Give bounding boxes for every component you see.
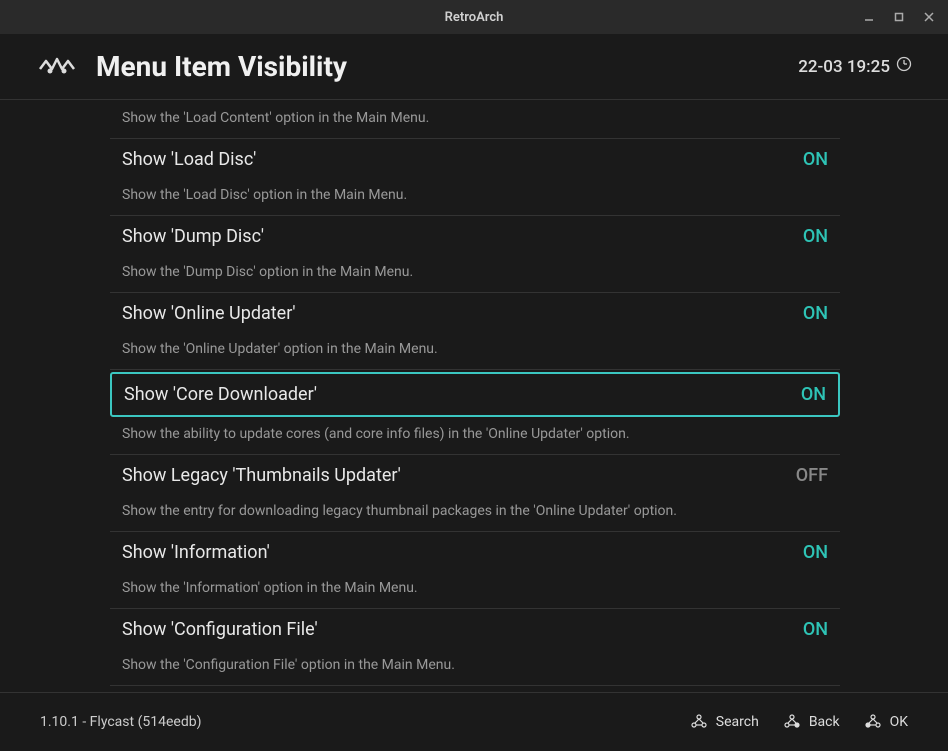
setting-toggle[interactable]: Show 'Dump Disc' ON [110,216,840,257]
setting-value: ON [803,149,828,170]
setting-label: Show 'Dump Disc' [122,226,264,247]
settings-list: Show the 'Load Content' option in the Ma… [110,100,840,686]
setting-description: Show the 'Load Disc' option in the Main … [110,180,790,215]
setting-label: Show Legacy 'Thumbnails Updater' [122,465,401,486]
gamepad-button-icon [864,713,882,731]
close-icon[interactable] [922,10,936,24]
setting-label: Show 'Online Updater' [122,303,296,324]
setting-value: ON [803,226,828,247]
setting-item: Show Legacy 'Thumbnails Updater'OFFShow … [110,455,840,532]
setting-value: ON [803,303,828,324]
hint-label: OK [890,714,908,730]
retroarch-logo-icon [36,53,78,81]
setting-label: Show 'Core Downloader' [124,384,317,405]
hint-ok: OK [864,713,908,731]
hint-label: Search [716,714,759,730]
item-description: Show the 'Load Content' option in the Ma… [110,100,840,139]
setting-label: Show 'Information' [122,542,270,563]
clock: 22-03 19:25 [798,56,912,77]
version-text: 1.10.1 - Flycast (514eedb) [40,714,201,730]
setting-value: ON [803,542,828,563]
setting-toggle[interactable]: Show 'Online Updater' ON [110,293,840,334]
setting-toggle[interactable]: Show 'Core Downloader' ON [110,372,840,417]
setting-description: Show the 'Configuration File' option in … [110,650,790,685]
setting-item: Show 'Online Updater' ON Show the 'Online … [110,293,840,370]
hint-label: Back [809,714,840,730]
setting-value: OFF [796,465,828,486]
gamepad-button-icon [690,713,708,731]
setting-value: ON [801,384,826,405]
clock-time: 22-03 19:25 [798,57,890,77]
footer: 1.10.1 - Flycast (514eedb) Search Back O… [0,692,948,751]
setting-description: Show the 'Dump Disc' option in the Main … [110,257,790,292]
page-header: Menu Item Visibility 22-03 19:25 [0,34,948,100]
setting-description: Show the 'Information' option in the Mai… [110,573,790,608]
setting-label: Show 'Configuration File' [122,619,318,640]
minimize-icon[interactable] [862,10,876,24]
window-titlebar: RetroArch [0,0,948,34]
window-title: RetroArch [445,10,504,25]
setting-value: ON [803,619,828,640]
hint-search: Search [690,713,759,731]
setting-toggle[interactable]: Show 'Load Disc' ON [110,139,840,180]
hint-back: Back [783,713,840,731]
setting-toggle[interactable]: Show Legacy 'Thumbnails Updater' OFF [110,455,840,496]
window-controls [862,10,948,24]
setting-description: Show the ability to update cores (and co… [110,419,790,454]
clock-icon [896,56,912,77]
setting-item: Show 'Dump Disc' ON Show the 'Dump Disc' o… [110,216,840,293]
setting-description: Show the entry for downloading legacy th… [110,496,790,531]
input-hints: Search Back OK [690,713,908,731]
setting-item: Show 'Load Disc' ON Show the 'Load Disc' o… [110,139,840,216]
content-area: Show the 'Load Content' option in the Ma… [0,100,948,692]
setting-item: Show 'Configuration File' ON Show the 'Con… [110,609,840,686]
page-title: Menu Item Visibility [96,50,347,83]
gamepad-button-icon [783,713,801,731]
setting-item: Show 'Core Downloader' ON Show the ability… [110,372,840,455]
setting-toggle[interactable]: Show 'Configuration File' ON [110,609,840,650]
setting-label: Show 'Load Disc' [122,149,256,170]
setting-item: Show 'Information' ON Show the 'Informatio… [110,532,840,609]
setting-toggle[interactable]: Show 'Information' ON [110,532,840,573]
setting-description: Show the 'Online Updater' option in the … [110,334,790,369]
maximize-icon[interactable] [892,10,906,24]
